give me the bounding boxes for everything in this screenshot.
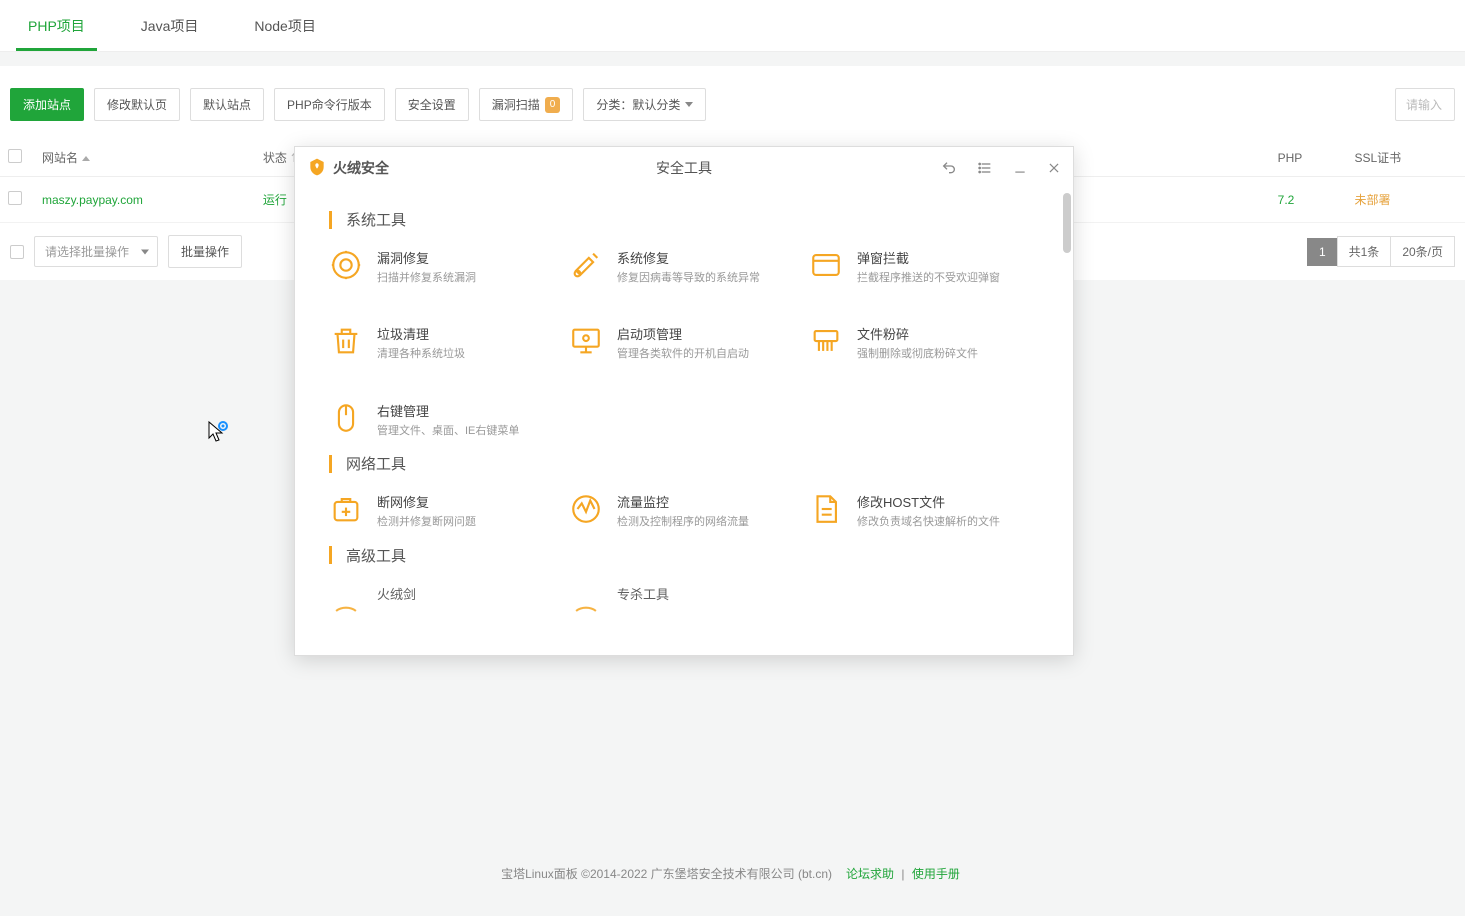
section-advanced-tools: 高级工具 [329,545,1039,566]
col-php: PHP [1270,139,1347,177]
batch-checkbox[interactable] [10,245,24,259]
window-titlebar[interactable]: 火绒安全 安全工具 [295,147,1073,189]
ssl-status[interactable]: 未部署 [1355,193,1391,207]
section-network-tools: 网络工具 [329,453,1039,474]
footer-sep: | [901,867,904,881]
security-settings-button[interactable]: 安全设置 [395,88,469,121]
tool-system-repair[interactable]: 系统修复修复因病毒等导致的系统异常 [569,248,799,286]
menu-icon[interactable] [977,160,993,176]
vuln-scan-badge: 0 [545,97,561,113]
file-icon [809,492,843,526]
footer: 宝塔Linux面板 ©2014-2022 广东堡塔安全技术有限公司 (bt.cn… [0,865,1465,882]
edit-default-page-button[interactable]: 修改默认页 [94,88,180,121]
monitor-icon [569,324,603,358]
php-version-link[interactable]: 7.2 [1278,193,1295,207]
activity-icon [569,492,603,526]
page-size[interactable]: 20条/页 [1390,236,1455,267]
col-site[interactable]: 网站名 [34,139,255,177]
pagination: 1 共1条 20条/页 [1308,236,1455,267]
category-label: 分类：默认分类 [596,96,680,113]
section-system-tools: 系统工具 [329,209,1039,230]
chevron-down-icon [141,249,149,254]
tool-network-repair[interactable]: 断网修复检测并修复断网问题 [329,492,559,530]
shield-icon [569,584,603,618]
tab-node[interactable]: Node项目 [226,0,343,51]
col-ssl: SSL证书 [1347,139,1465,177]
vuln-scan-button[interactable]: 漏洞扫描 0 [479,88,574,121]
tool-huorong-sword[interactable]: 火绒剑 [329,584,559,618]
medkit-icon [329,492,363,526]
default-site-button[interactable]: 默认站点 [190,88,264,121]
huorong-logo-icon [307,157,327,180]
tool-popup-block[interactable]: 弹窗拦截拦截程序推送的不受欢迎弹窗 [809,248,1039,286]
batch-select[interactable]: 请选择批量操作 [34,236,158,267]
search-input[interactable]: 请输入 [1395,88,1455,121]
security-tools-window: 火绒安全 安全工具 系统工具 漏洞修复扫描并修复系统漏洞 系统修复修复因病毒等导… [294,146,1074,656]
add-site-button[interactable]: 添加站点 [10,88,84,121]
close-icon[interactable] [1047,161,1061,175]
tab-java[interactable]: Java项目 [113,0,227,51]
row-checkbox[interactable] [8,191,22,205]
window-icon [809,248,843,282]
batch-apply-button[interactable]: 批量操作 [168,235,242,268]
forum-link[interactable]: 论坛求助 [846,867,894,881]
php-cli-button[interactable]: PHP命令行版本 [274,88,385,121]
toolbar: 添加站点 修改默认页 默认站点 PHP命令行版本 安全设置 漏洞扫描 0 分类：… [0,66,1465,139]
sword-icon [329,584,363,618]
page-1[interactable]: 1 [1307,238,1338,266]
chevron-down-icon [685,102,693,107]
trash-icon [329,324,363,358]
tool-startup[interactable]: 启动项管理管理各类软件的开机自启动 [569,324,799,362]
shredder-icon [809,324,843,358]
page-total: 共1条 [1337,236,1392,267]
footer-text: 宝塔Linux面板 ©2014-2022 广东堡塔安全技术有限公司 (bt.cn… [501,867,832,881]
mouse-icon [329,401,363,435]
window-title: 安全工具 [656,158,712,178]
tool-hosts-file[interactable]: 修改HOST文件修改负责域名快速解析的文件 [809,492,1039,530]
target-icon [329,248,363,282]
window-brand: 火绒安全 [333,158,389,178]
minimize-icon[interactable] [1013,161,1027,175]
tool-shredder[interactable]: 文件粉碎强制删除或彻底粉碎文件 [809,324,1039,362]
tool-cleanup[interactable]: 垃圾清理清理各种系统垃圾 [329,324,559,362]
cursor-icon [205,420,229,447]
tool-vuln-fix[interactable]: 漏洞修复扫描并修复系统漏洞 [329,248,559,286]
scrollbar[interactable] [1063,193,1071,253]
tab-php[interactable]: PHP项目 [0,0,113,51]
tool-context-menu[interactable]: 右键管理管理文件、桌面、IE右键菜单 [329,401,559,439]
site-name-link[interactable]: maszy.paypay.com [42,193,143,207]
project-tabs: PHP项目 Java项目 Node项目 [0,0,1465,52]
sort-asc-icon [82,156,90,161]
vuln-scan-label: 漏洞扫描 [492,96,540,113]
tool-traffic-monitor[interactable]: 流量监控检测及控制程序的网络流量 [569,492,799,530]
tool-special-kill[interactable]: 专杀工具 [569,584,799,618]
manual-link[interactable]: 使用手册 [912,867,960,881]
select-all-checkbox[interactable] [8,149,22,163]
category-dropdown[interactable]: 分类：默认分类 [583,88,706,121]
status-cell[interactable]: 运行 [263,193,287,207]
tools-icon [569,248,603,282]
undo-icon[interactable] [941,160,957,176]
